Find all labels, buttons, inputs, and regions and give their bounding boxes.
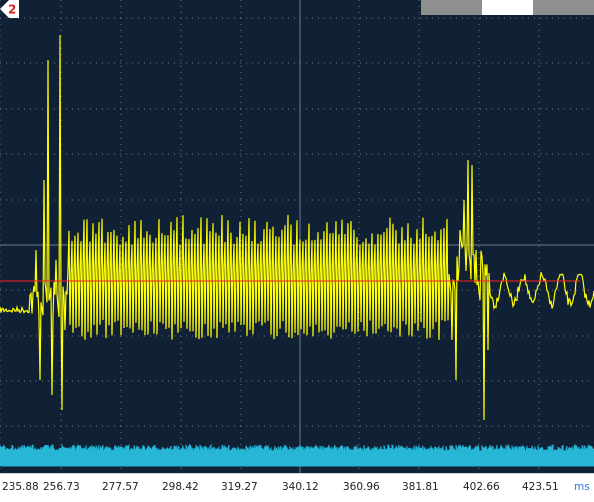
time-tick: 256.73 <box>43 481 80 493</box>
waveform-display[interactable]: 2 <box>0 0 594 473</box>
time-tick: 235.88 <box>2 481 39 493</box>
channel-2-marker-icon[interactable]: 2 <box>0 0 19 18</box>
status-bar <box>421 0 594 15</box>
status-seg-right <box>533 0 594 15</box>
status-seg-left <box>421 0 482 15</box>
channel-marker-label: 2 <box>8 3 16 17</box>
time-tick: 277.57 <box>102 481 139 493</box>
time-tick: 402.66 <box>463 481 500 493</box>
time-tick: 360.96 <box>343 481 380 493</box>
waveform-canvas <box>0 0 594 473</box>
analog-channel-trace <box>0 34 594 421</box>
status-seg-middle <box>482 0 533 15</box>
oscilloscope-window: 2 235.88 256.73 277.57 298.42 319.27 340… <box>0 0 594 502</box>
time-tick: 319.27 <box>221 481 258 493</box>
digital-channel-trace <box>0 443 594 467</box>
time-tick: 423.51 <box>522 481 559 493</box>
time-tick: 381.81 <box>402 481 439 493</box>
time-axis: 235.88 256.73 277.57 298.42 319.27 340.1… <box>0 473 594 502</box>
time-tick: 298.42 <box>162 481 199 493</box>
time-unit-label: ms <box>574 481 590 493</box>
time-tick: 340.12 <box>282 481 319 493</box>
